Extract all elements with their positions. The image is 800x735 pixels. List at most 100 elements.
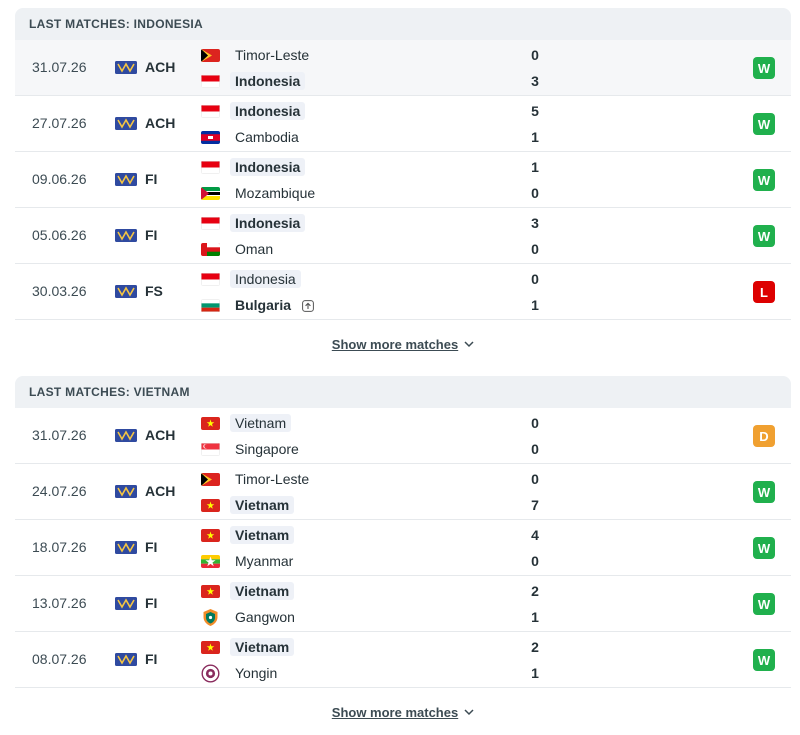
vietnam-flag-icon [201, 528, 220, 542]
match-row[interactable]: 31.07.26 ACH Timor-Leste 0 Indonesia 3 W [15, 40, 791, 96]
competition-code: FS [145, 283, 163, 299]
show-more-button[interactable]: Show more matches [15, 700, 791, 724]
home-score: 0 [531, 47, 539, 63]
match-date: 24.07.26 [32, 483, 87, 499]
match-row[interactable]: 31.07.26 ACH Vietnam 0 Singapore 0 D [15, 408, 791, 464]
result-badge: W [753, 169, 775, 191]
away-team: Myanmar [201, 551, 298, 571]
match-row[interactable]: 18.07.26 FI Vietnam 4 Myanmar 0 W [15, 520, 791, 576]
home-score: 1 [531, 159, 539, 175]
competition-icon [115, 429, 137, 442]
home-team: Indonesia [201, 269, 301, 289]
home-team-name: Indonesia [230, 270, 301, 288]
vietnam-flag-icon [201, 416, 220, 430]
away-team: Gangwon [201, 607, 300, 627]
away-team: Cambodia [201, 127, 304, 147]
home-score: 2 [531, 583, 539, 599]
gangwon-crest-icon [201, 608, 220, 627]
away-team: Mozambique [201, 183, 320, 203]
match-row[interactable]: 13.07.26 FI Vietnam 2 Gangwon 1 W [15, 576, 791, 632]
home-team-name: Indonesia [230, 102, 306, 120]
away-score: 1 [531, 129, 539, 145]
away-team-name: Gangwon [235, 609, 295, 625]
match-row[interactable]: 09.06.26 FI Indonesia 1 Mozambique 0 W [15, 152, 791, 208]
match-date: 09.06.26 [32, 171, 87, 187]
away-team-name: Singapore [235, 441, 299, 457]
match-row[interactable]: 08.07.26 FI Vietnam 2 Yongin 1 W [15, 632, 791, 688]
match-date: 30.03.26 [32, 283, 87, 299]
indonesia-flag-icon [201, 74, 220, 88]
away-team: Bulgaria [201, 295, 314, 315]
arrow-up-box-icon [302, 299, 314, 312]
timor-leste-flag-icon [201, 472, 220, 486]
away-team-name: Bulgaria [235, 297, 292, 313]
away-team-name: Oman [235, 241, 274, 257]
competition-code: FI [145, 171, 158, 187]
chevron-down-icon [464, 340, 474, 347]
match-row[interactable]: 30.03.26 FS Indonesia 0 Bulgaria 1 L [15, 264, 791, 320]
result-badge: W [753, 225, 775, 247]
away-team: Indonesia [201, 71, 306, 91]
match-date: 31.07.26 [32, 427, 87, 443]
home-team-name: Vietnam [230, 526, 295, 544]
competition-code: FI [145, 227, 158, 243]
home-score: 0 [531, 415, 539, 431]
cambodia-flag-icon [201, 130, 220, 144]
away-team-name: Cambodia [235, 129, 299, 145]
vietnam-flag-icon [201, 584, 220, 598]
away-team-name: Myanmar [235, 553, 294, 569]
home-score: 0 [531, 471, 539, 487]
home-score: 5 [531, 103, 539, 119]
home-team-name: Vietnam [230, 414, 292, 432]
result-badge: W [753, 57, 775, 79]
away-score: 0 [531, 441, 539, 457]
show-more-label: Show more matches [331, 336, 459, 352]
competition-code: ACH [145, 427, 176, 443]
match-date: 27.07.26 [32, 115, 87, 131]
competition-icon [115, 229, 137, 242]
home-score: 2 [531, 639, 539, 655]
competition-code: ACH [145, 59, 176, 75]
result-badge: W [753, 113, 775, 135]
match-row[interactable]: 05.06.26 FI Indonesia 3 Oman 0 W [15, 208, 791, 264]
singapore-flag-icon [201, 442, 220, 456]
match-row[interactable]: 24.07.26 ACH Timor-Leste 0 Vietnam 7 W [15, 464, 791, 520]
oman-flag-icon [201, 242, 220, 256]
home-team-name: Indonesia [230, 214, 306, 232]
home-team-name: Vietnam [230, 582, 295, 600]
mozambique-flag-icon [201, 186, 220, 200]
match-row[interactable]: 27.07.26 ACH Indonesia 5 Cambodia 1 W [15, 96, 791, 152]
result-badge: L [753, 281, 775, 303]
indonesia-section: LAST MATCHES: INDONESIA 31.07.26 ACH Timor… [15, 8, 791, 352]
competition-code: FI [145, 539, 158, 555]
result-badge: W [753, 481, 775, 503]
home-team: Indonesia [201, 101, 306, 121]
home-score: 0 [531, 271, 539, 287]
section-header: LAST MATCHES: VIETNAM [15, 376, 791, 408]
match-date: 08.07.26 [32, 651, 87, 667]
away-team: Singapore [201, 439, 304, 459]
away-score: 7 [531, 497, 539, 513]
chevron-down-icon [464, 708, 474, 715]
vietnam-flag-icon [201, 498, 220, 512]
home-team-name: Indonesia [230, 158, 306, 176]
competition-icon [115, 61, 137, 74]
home-team: Vietnam [201, 413, 292, 433]
home-team: Vietnam [201, 637, 295, 657]
section-header: LAST MATCHES: INDONESIA [15, 8, 791, 40]
match-date: 05.06.26 [32, 227, 87, 243]
home-team: Indonesia [201, 213, 306, 233]
indonesia-flag-icon [201, 272, 220, 286]
match-date: 13.07.26 [32, 595, 87, 611]
show-more-button[interactable]: Show more matches [15, 332, 791, 356]
away-team-name: Yongin [235, 665, 278, 681]
result-badge: W [753, 537, 775, 559]
yongin-crest-icon [201, 663, 220, 683]
away-score: 1 [531, 609, 539, 625]
indonesia-flag-icon [201, 104, 220, 118]
home-team: Vietnam [201, 581, 295, 601]
competition-icon [115, 485, 137, 498]
away-score: 1 [531, 297, 539, 313]
home-team: Indonesia [201, 157, 306, 177]
competition-icon [115, 653, 137, 666]
